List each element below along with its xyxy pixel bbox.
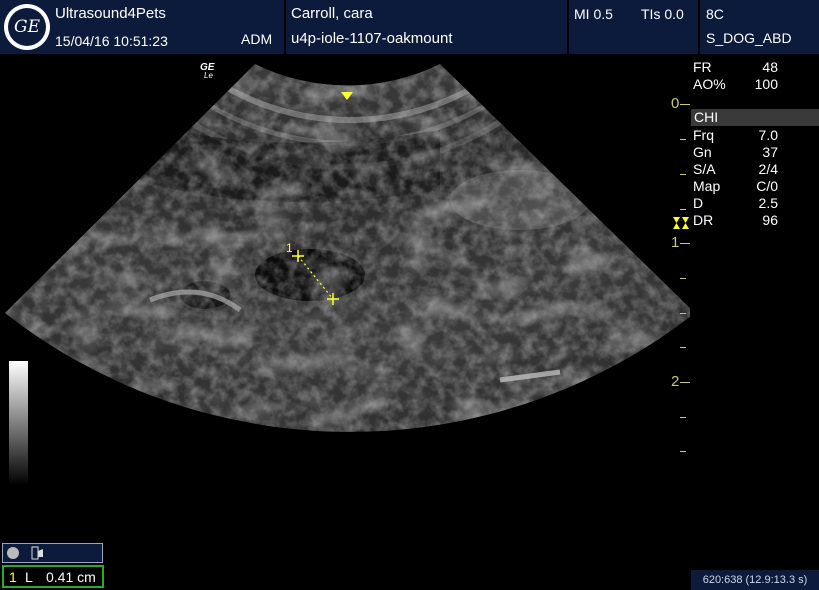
- cursor-coordinates: 620:638 (12.9:13.3 s): [691, 570, 819, 590]
- mechanical-index: MI 0.5: [574, 6, 613, 22]
- ge-watermark-sub: Le: [204, 71, 213, 80]
- operator-id: ADM: [241, 31, 273, 47]
- probe-name: 8C: [706, 6, 724, 22]
- depth-label-1: 1: [671, 234, 680, 251]
- patient-id: u4p-iole-1107-oakmount: [291, 30, 453, 47]
- measurement-value: 0.41 cm: [46, 569, 96, 585]
- greyscale-bar: [9, 361, 28, 485]
- record-icon[interactable]: [7, 547, 19, 559]
- focus-marker-icon[interactable]: [672, 217, 690, 229]
- measurement-result[interactable]: 1 L 0.41 cm: [2, 565, 104, 588]
- depth-label-2: 2: [671, 373, 680, 390]
- imaging-mode: CHI: [694, 109, 719, 125]
- ge-logo-icon: GE: [4, 4, 50, 50]
- exam-preset: S_DOG_ABD: [706, 30, 792, 46]
- app-name: Ultrasound4Pets: [55, 5, 166, 22]
- pointer-hand-icon[interactable]: [31, 545, 47, 561]
- measurement-type: L: [25, 569, 33, 585]
- ultrasound-image[interactable]: 1 GE Le: [0, 54, 690, 590]
- measurement-index: 1: [9, 569, 17, 585]
- header-bar: GE Ultrasound4Pets 15/04/16 10:51:23 ADM…: [0, 0, 819, 54]
- caliper-label: 1: [286, 241, 293, 255]
- exam-datetime: 15/04/16 10:51:23: [55, 33, 168, 49]
- patient-name: Carroll, cara: [291, 5, 373, 22]
- tool-panel: [2, 543, 103, 563]
- thermal-index: TIs 0.0: [641, 6, 684, 22]
- depth-label-0: 0: [671, 95, 680, 112]
